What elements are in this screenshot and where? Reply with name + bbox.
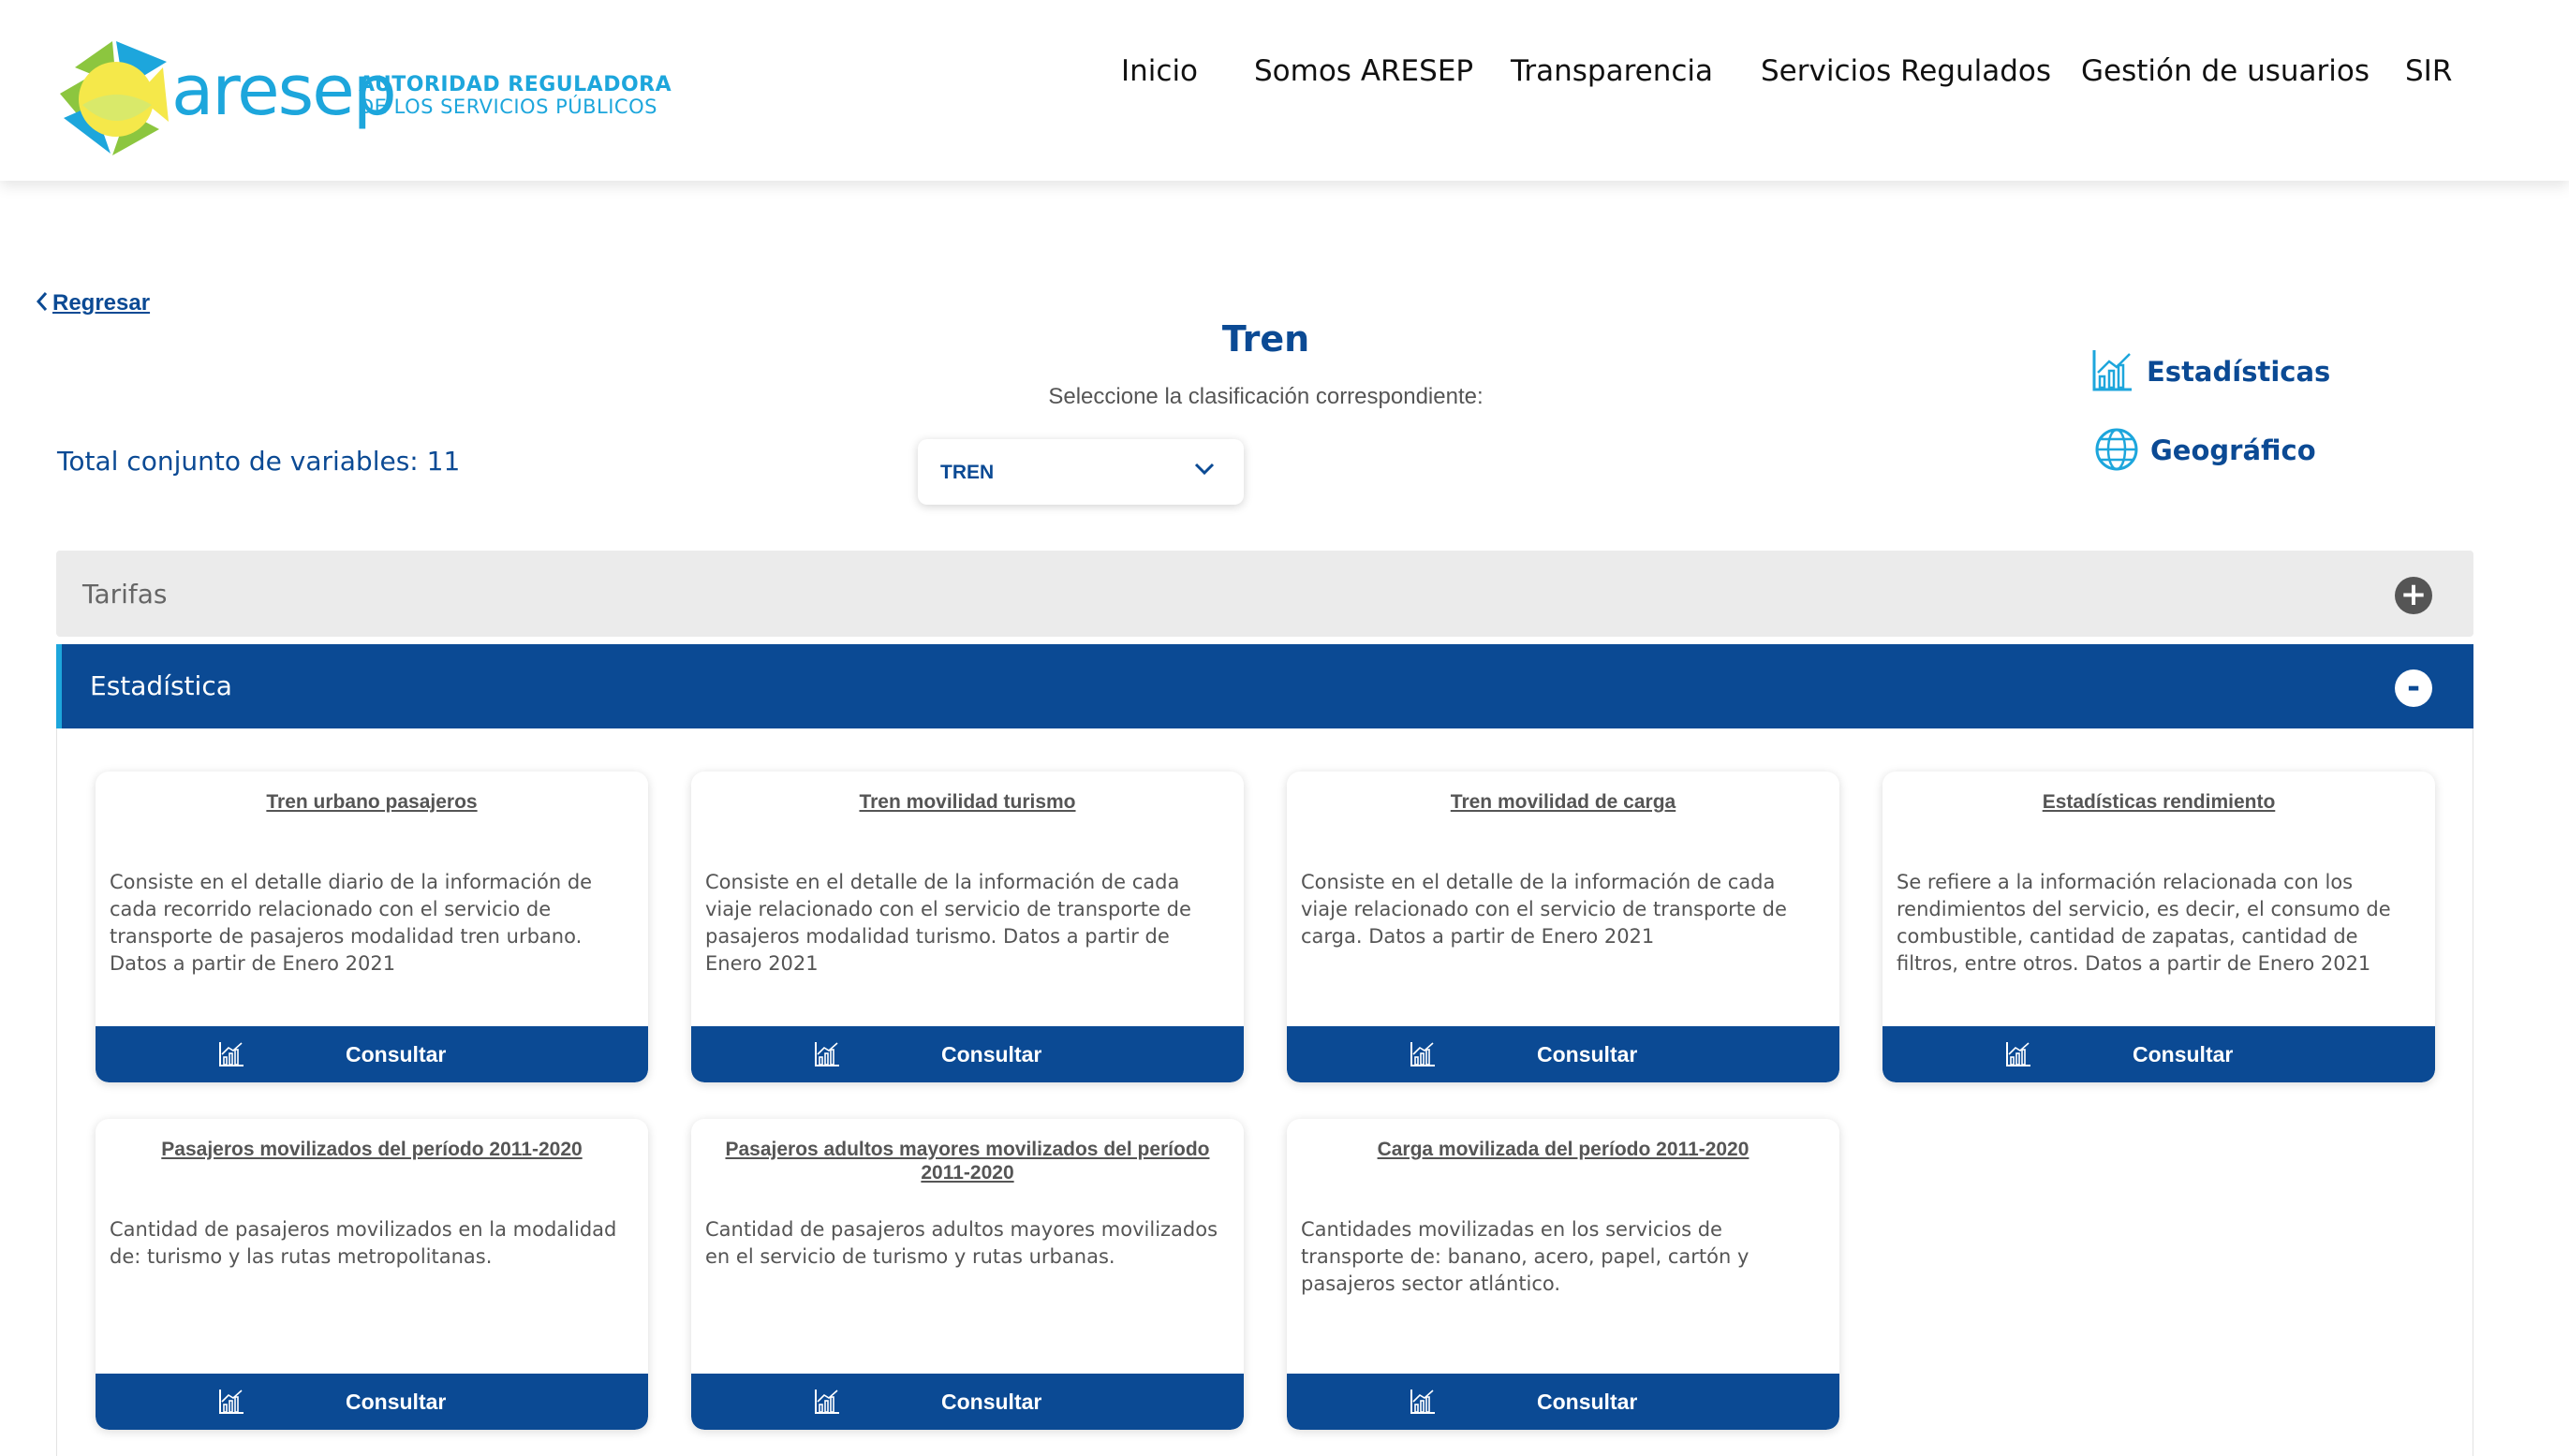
page-title: Tren (1221, 318, 1310, 360)
stats-link-label: Estadísticas (2147, 356, 2331, 388)
chevron-down-icon (1194, 463, 1215, 476)
site-header: aresep AUTORIDAD REGULADORA DE LOS SERVI… (0, 0, 2569, 181)
card-title-link[interactable]: Tren movilidad de carga (1315, 790, 1811, 814)
chart-icon (2006, 1042, 2030, 1066)
chart-icon (815, 1042, 839, 1066)
card-description: Consiste en el detalle diario de la info… (110, 871, 593, 975)
card-title-link[interactable]: Tren urbano pasajeros (124, 790, 620, 814)
geo-link-label: Geográfico (2150, 434, 2316, 466)
dataset-card: Tren movilidad de carga Consiste en el d… (1287, 772, 1839, 1082)
card-title-link[interactable]: Carga movilizada del período 2011-2020 (1315, 1138, 1811, 1161)
select-prompt: Seleccione la clasificación correspondie… (1048, 384, 1484, 409)
consultar-button-label: Consultar (346, 1390, 447, 1414)
stats-link[interactable]: Estadísticas (2090, 348, 2330, 395)
card-description: Consiste en el detalle de la información… (1301, 871, 1787, 948)
consultar-button-label: Consultar (346, 1042, 447, 1066)
dataset-card: Carga movilizada del período 2011-2020 C… (1287, 1119, 1839, 1430)
accordion-tarifas[interactable]: Tarifas + (56, 551, 2473, 637)
chart-icon (1410, 1390, 1435, 1414)
select-value: TREN (940, 462, 995, 483)
card-title-link[interactable]: Estadísticas rendimiento (1911, 790, 2407, 814)
nav-item-gestion-usuarios[interactable]: Gestión de usuarios (2081, 54, 2370, 88)
minus-icon[interactable]: - (2395, 669, 2432, 707)
plus-icon[interactable]: + (2395, 577, 2432, 614)
geo-link[interactable]: Geográfico (2094, 427, 2316, 474)
dataset-card: Tren movilidad turismo Consiste en el de… (691, 772, 1244, 1082)
consultar-button[interactable]: Consultar (1287, 1026, 1839, 1082)
back-link[interactable]: Regresar (36, 290, 150, 316)
card-description: Se refiere a la información relacionada … (1897, 871, 2391, 975)
card-description: Consiste en el detalle de la información… (705, 871, 1191, 975)
consultar-button-label: Consultar (2133, 1042, 2234, 1066)
back-link-label: Regresar (52, 290, 151, 316)
consultar-button[interactable]: Consultar (1287, 1374, 1839, 1430)
chevron-left-icon (36, 292, 48, 311)
chart-icon (219, 1390, 244, 1414)
consultar-button[interactable]: Consultar (96, 1026, 648, 1082)
chart-icon (2092, 350, 2132, 391)
accordion-estadistica[interactable]: Estadística - (56, 644, 2473, 728)
card-title-link[interactable]: Tren movilidad turismo (719, 790, 1216, 814)
consultar-button[interactable]: Consultar (691, 1374, 1244, 1430)
chart-icon (815, 1390, 839, 1414)
consultar-button-label: Consultar (1537, 1390, 1638, 1414)
nav-item-servicios-regulados[interactable]: Servicios Regulados (1761, 54, 2051, 88)
classification-select[interactable]: TREN (918, 439, 1244, 505)
total-variables: Total conjunto de variables: 11 (57, 446, 461, 477)
consultar-button-label: Consultar (1537, 1042, 1638, 1066)
nav-item-inicio[interactable]: Inicio (1121, 54, 1198, 88)
globe-icon (2095, 428, 2138, 471)
nav-item-sir[interactable]: SIR (2405, 54, 2452, 88)
consultar-button[interactable]: Consultar (96, 1374, 648, 1430)
nav-item-transparencia[interactable]: Transparencia (1511, 54, 1713, 88)
card-title-link[interactable]: Pasajeros adultos mayores movilizados de… (719, 1138, 1216, 1184)
card-title-link[interactable]: Pasajeros movilizados del período 2011-2… (124, 1138, 620, 1161)
accordion-estadistica-label: Estadística (90, 670, 232, 701)
chart-icon (1410, 1042, 1435, 1066)
dataset-card: Tren urbano pasajeros Consiste en el det… (96, 772, 648, 1082)
nav-item-somos-aresep[interactable]: Somos ARESEP (1254, 54, 1473, 88)
chart-icon (219, 1042, 244, 1066)
logo-subtitle-2: DE LOS SERVICIOS PÚBLICOS (359, 96, 657, 118)
dataset-card: Estadísticas rendimiento Se refiere a la… (1882, 772, 2435, 1082)
accordion-tarifas-label: Tarifas (82, 579, 168, 610)
consultar-button-label: Consultar (941, 1390, 1042, 1414)
dataset-card: Pasajeros adultos mayores movilizados de… (691, 1119, 1244, 1430)
card-description: Cantidades movilizadas en los servicios … (1301, 1218, 1750, 1295)
card-description: Cantidad de pasajeros movilizados en la … (110, 1218, 617, 1268)
main-nav: Inicio Somos ARESEP Transparencia Servic… (0, 54, 2569, 92)
consultar-button-label: Consultar (941, 1042, 1042, 1066)
card-description: Cantidad de pasajeros adultos mayores mo… (705, 1218, 1218, 1268)
consultar-button[interactable]: Consultar (1882, 1026, 2435, 1082)
consultar-button[interactable]: Consultar (691, 1026, 1244, 1082)
dataset-card: Pasajeros movilizados del período 2011-2… (96, 1119, 648, 1430)
